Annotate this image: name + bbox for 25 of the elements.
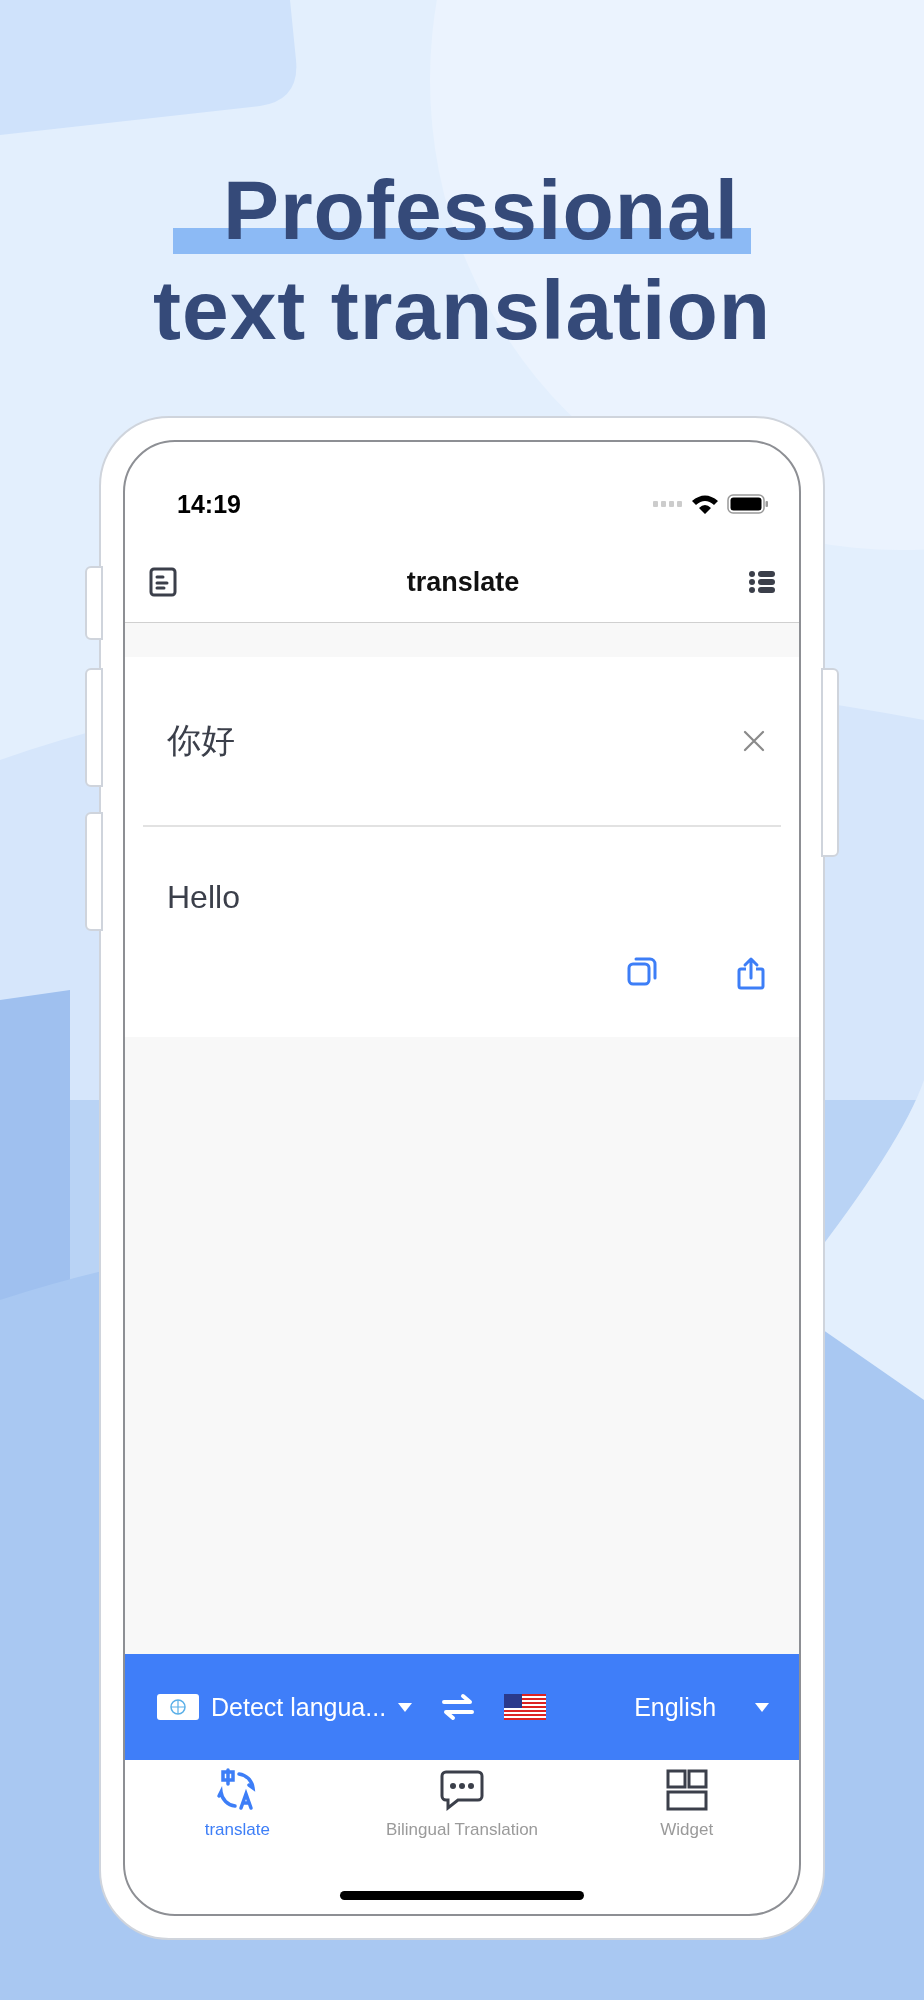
tab[interactable]: translate (125, 1768, 350, 1840)
document-icon[interactable] (149, 567, 177, 597)
chat-icon (440, 1768, 484, 1812)
signal-icon (653, 500, 683, 508)
grid-icon (664, 1768, 709, 1812)
target-language-button[interactable]: English (576, 1692, 769, 1722)
swap-icon[interactable] (442, 1693, 475, 1721)
tab[interactable]: Bilingual Translation (349, 1768, 575, 1840)
share-icon[interactable] (737, 956, 765, 990)
tab[interactable]: Widget (574, 1768, 799, 1840)
translation-result: Hello (166, 878, 241, 916)
nav-title: translate (406, 566, 520, 598)
globe-icon (157, 1694, 199, 1720)
battery-icon (727, 494, 769, 514)
close-icon[interactable] (743, 730, 765, 752)
headline: text translation (152, 262, 772, 359)
wifi-icon (691, 493, 719, 515)
flag-icon (504, 1694, 547, 1720)
list-icon[interactable] (749, 570, 775, 594)
source-language-button[interactable]: Detect langua... (157, 1692, 413, 1722)
caret-icon (755, 1702, 769, 1712)
caret-icon (398, 1702, 413, 1712)
source-input[interactable]: 你好 (167, 721, 567, 761)
copy-icon[interactable] (627, 956, 657, 986)
status-time: 14:19 (177, 489, 241, 519)
